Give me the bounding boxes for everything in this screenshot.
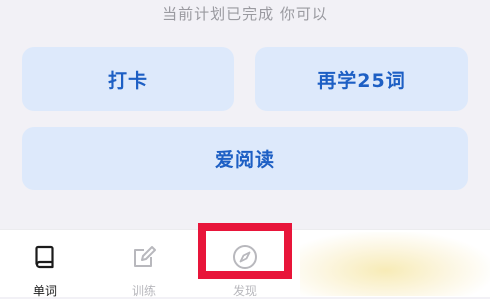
tab-train[interactable]: 训练 bbox=[104, 230, 184, 298]
edit-icon bbox=[134, 246, 156, 267]
tab-words-label: 单词 bbox=[32, 284, 57, 298]
plan-status-text: 当前计划已完成 你可以 bbox=[162, 5, 328, 23]
bottom-tab-bar: 单词 训练 发现 bbox=[0, 229, 490, 298]
tab-train-label: 训练 bbox=[131, 284, 156, 298]
learn-more-words-button[interactable]: 再学25词 bbox=[255, 47, 468, 111]
tab-discover-label: 发现 bbox=[232, 284, 257, 298]
tab-discover[interactable]: 发现 bbox=[205, 230, 285, 298]
checkin-button[interactable]: 打卡 bbox=[22, 47, 234, 111]
compass-icon bbox=[233, 245, 257, 269]
tab-words[interactable]: 单词 bbox=[5, 230, 85, 298]
book-icon bbox=[35, 245, 54, 269]
read-button[interactable]: 爱阅读 bbox=[22, 127, 468, 190]
